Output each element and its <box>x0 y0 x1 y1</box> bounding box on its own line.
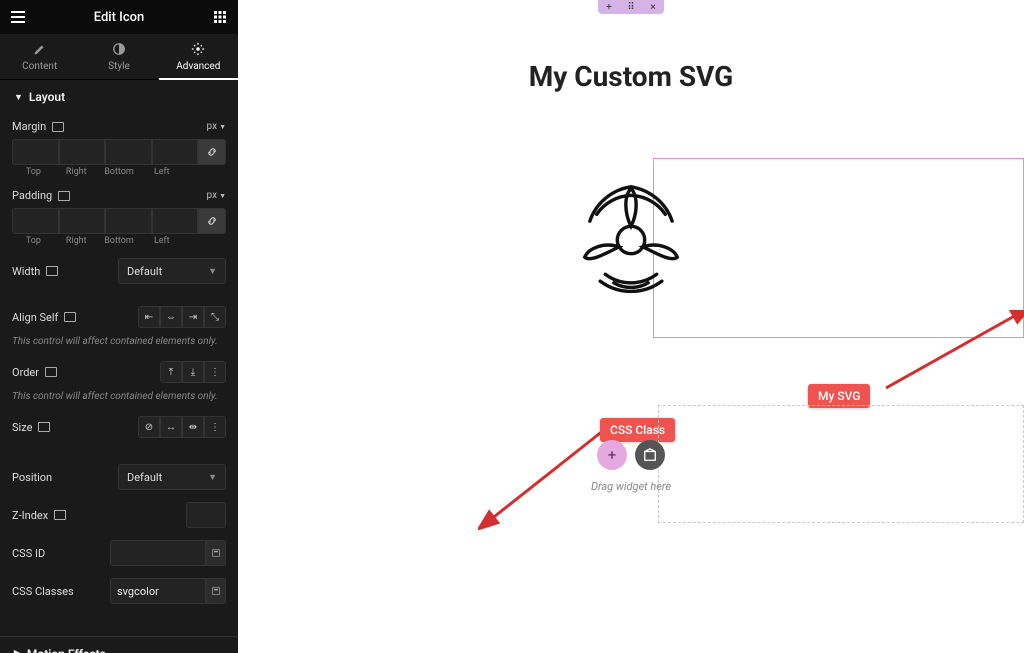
label-align-self: Align Self <box>12 311 102 324</box>
add-widget-button[interactable]: + <box>597 440 627 470</box>
dynamic-tag-icon[interactable] <box>206 578 226 604</box>
label-padding: Padding <box>12 189 102 202</box>
align-start-button[interactable]: ⇤ <box>138 306 160 328</box>
size-group: ⊘ ↔ ⇹ ⋮ <box>138 416 226 438</box>
helper-text: This control will affect contained eleme… <box>0 389 238 410</box>
template-library-button[interactable] <box>635 440 665 470</box>
width-select[interactable]: Default▼ <box>118 258 226 284</box>
margin-bottom-input[interactable] <box>105 139 152 165</box>
responsive-icon[interactable] <box>46 266 58 276</box>
size-more-button[interactable]: ⋮ <box>204 416 226 438</box>
order-more-button[interactable]: ⋮ <box>204 361 226 383</box>
label-width: Width <box>12 265 102 278</box>
align-self-group: ⇤ ⇔ ⇥ ⤡ <box>138 306 226 328</box>
label-size: Size <box>12 421 102 434</box>
unit-selector[interactable]: px ▼ <box>207 121 226 132</box>
link-values-icon[interactable] <box>198 208 226 234</box>
responsive-icon[interactable] <box>45 367 57 377</box>
add-widget-row: + <box>597 440 665 470</box>
css-id-input[interactable] <box>110 540 206 566</box>
size-none-button[interactable]: ⊘ <box>138 416 160 438</box>
editor-canvas: + ⠿ × My Custom SVG <box>238 0 1024 653</box>
tab-style[interactable]: Style <box>79 34 158 79</box>
svg-icon-widget[interactable] <box>571 180 691 304</box>
unit-selector[interactable]: px ▼ <box>207 190 226 201</box>
align-end-button[interactable]: ⇥ <box>182 306 204 328</box>
padding-bottom-input[interactable] <box>105 208 152 234</box>
link-values-icon[interactable] <box>198 139 226 165</box>
add-section-icon[interactable]: + <box>598 0 620 14</box>
editor-tabs: Content Style Advanced <box>0 34 238 80</box>
label-order: Order <box>12 366 102 379</box>
align-center-button[interactable]: ⇔ <box>160 306 182 328</box>
caret-right-icon: ▶ <box>14 649 21 653</box>
size-grow-button[interactable]: ↔ <box>160 416 182 438</box>
page-heading: My Custom SVG <box>238 60 1024 93</box>
align-stretch-button[interactable]: ⤡ <box>204 306 226 328</box>
label-margin: Margin <box>12 120 102 133</box>
responsive-icon[interactable] <box>64 312 76 322</box>
section-layout[interactable]: ▼ Layout <box>0 80 238 114</box>
section-handle: + ⠿ × <box>598 0 664 14</box>
padding-inputs <box>0 208 238 234</box>
responsive-icon[interactable] <box>58 191 70 201</box>
hamburger-icon[interactable] <box>8 7 28 27</box>
zindex-input[interactable] <box>186 502 226 528</box>
label-position: Position <box>12 471 102 484</box>
panel-title: Edit Icon <box>94 10 145 25</box>
padding-left-input[interactable] <box>152 208 199 234</box>
padding-right-input[interactable] <box>59 208 106 234</box>
margin-inputs <box>0 139 238 165</box>
propeller-icon <box>571 180 691 300</box>
section-motion-effects[interactable]: ▶ Motion Effects <box>0 636 238 653</box>
margin-left-input[interactable] <box>152 139 199 165</box>
order-group: ⤒ ⤓ ⋮ <box>160 361 226 383</box>
caret-down-icon: ▼ <box>14 92 23 103</box>
responsive-icon[interactable] <box>52 122 64 132</box>
widgets-grid-icon[interactable] <box>210 7 230 27</box>
responsive-icon[interactable] <box>38 422 50 432</box>
dynamic-tag-icon[interactable] <box>206 540 226 566</box>
size-shrink-button[interactable]: ⇹ <box>182 416 204 438</box>
order-end-button[interactable]: ⤓ <box>182 361 204 383</box>
close-section-icon[interactable]: × <box>642 0 664 14</box>
tab-content[interactable]: Content <box>0 34 79 79</box>
editor-sidebar: Edit Icon Content Style Advanced ▼ Layo <box>0 0 238 653</box>
sidebar-header: Edit Icon <box>0 0 238 34</box>
helper-text: This control will affect contained eleme… <box>0 334 238 355</box>
label-css-id: CSS ID <box>12 547 102 560</box>
margin-top-input[interactable] <box>12 139 59 165</box>
label-css-classes: CSS Classes <box>12 585 102 598</box>
margin-right-input[interactable] <box>59 139 106 165</box>
advanced-panel: ▼ Layout Margin px ▼ Top <box>0 80 238 653</box>
drag-section-icon[interactable]: ⠿ <box>620 0 642 14</box>
selected-widget-frame[interactable] <box>653 158 1024 338</box>
position-select[interactable]: Default▼ <box>118 464 226 490</box>
order-start-button[interactable]: ⤒ <box>160 361 182 383</box>
css-classes-input[interactable] <box>110 578 206 604</box>
empty-section-frame[interactable] <box>658 405 1024 523</box>
responsive-icon[interactable] <box>54 510 66 520</box>
label-zindex: Z-Index <box>12 509 102 522</box>
tab-advanced[interactable]: Advanced <box>159 34 238 80</box>
padding-top-input[interactable] <box>12 208 59 234</box>
drag-hint: Drag widget here <box>591 480 671 493</box>
